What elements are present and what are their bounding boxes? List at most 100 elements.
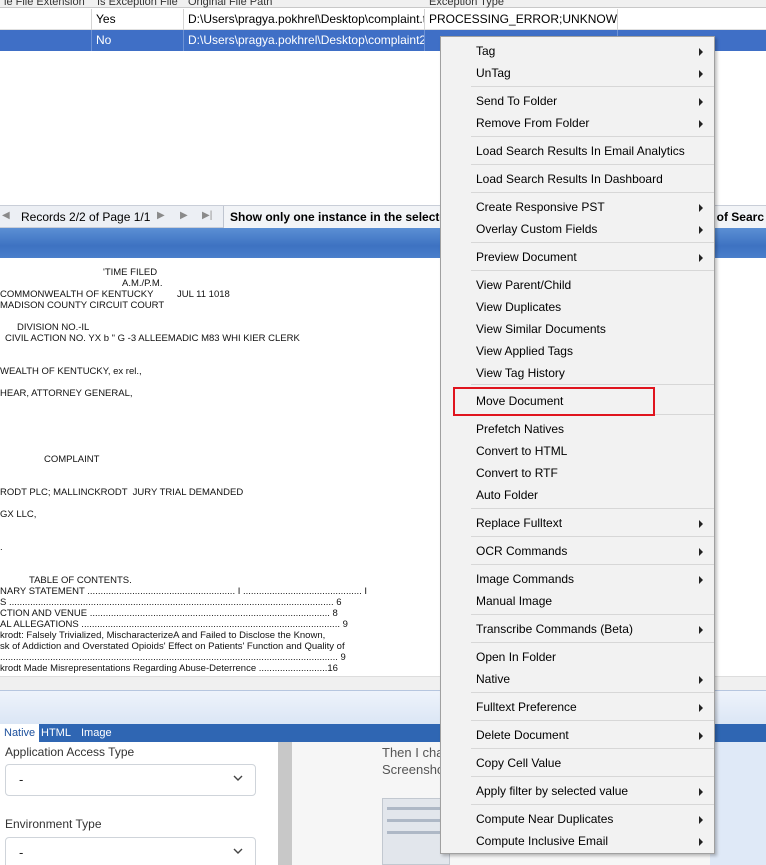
document-text-line: COMMONWEALTH OF KENTUCKY JUL 11 1018 [0,289,230,300]
previous-page-icon[interactable]: ◀ [2,210,10,221]
menu-item-auto-folder[interactable]: Auto Folder [441,484,714,506]
menu-separator [471,86,714,87]
menu-item-label: Transcribe Commands (Beta) [476,622,633,636]
menu-item-label: Create Responsive PST [476,200,605,214]
table-cell-extension[interactable] [0,9,92,30]
menu-item-preview-document[interactable]: Preview Document [441,246,714,268]
context-menu: Tag UnTag Send To Folder Remove From Folder… [440,36,715,854]
menu-item-remove-from-folder[interactable]: Remove From Folder [441,112,714,134]
submenu-arrow-icon [699,204,703,212]
menu-item-view-similar-documents[interactable]: View Similar Documents [441,318,714,340]
menu-item-manual-image[interactable]: Manual Image [441,590,714,612]
table-cell-path[interactable]: D:\Users\pragya.pokhrel\Desktop\complain… [184,30,425,51]
menu-item-native[interactable]: Native [441,668,714,690]
table-cell-is-exception[interactable]: No [92,30,184,51]
menu-item-view-parent-child[interactable]: View Parent/Child [441,274,714,296]
highlight-box [453,387,655,416]
menu-item-view-applied-tags[interactable]: View Applied Tags [441,340,714,362]
document-text-line: WEALTH OF KENTUCKY, ex rel., [0,366,142,377]
table-row[interactable]: Yes D:\Users\pragya.pokhrel\Desktop\comp… [0,9,766,30]
menu-item-label: Delete Document [476,728,569,742]
menu-item-convert-to-rtf[interactable]: Convert to RTF [441,462,714,484]
submenu-arrow-icon [699,70,703,78]
tab-image[interactable]: Image [77,724,116,742]
menu-separator [471,642,714,643]
table-cell-is-exception[interactable]: Yes [92,9,184,30]
submenu-arrow-icon [699,120,703,128]
table-cell-path[interactable]: D:\Users\pragya.pokhrel\Desktop\complain… [184,9,425,30]
menu-item-replace-fulltext[interactable]: Replace Fulltext [441,512,714,534]
menu-item-label: Auto Folder [476,488,539,502]
document-text-line: MADISON COUNTY CIRCUIT COURT [0,300,165,311]
menu-item-send-to-folder[interactable]: Send To Folder [441,90,714,112]
document-text-line: GX LLC, [0,509,37,520]
document-text-line: sk of Addiction and Overstated Opioids' … [0,641,345,652]
tab-html[interactable]: HTML [37,724,75,742]
chevron-down-icon [233,848,243,854]
table-cell-extension[interactable] [0,30,92,51]
menu-separator [471,720,714,721]
menu-item-label: Open In Folder [476,650,557,664]
menu-item-compute-inclusive-email[interactable]: Compute Inclusive Email [441,830,714,852]
menu-item-copy-cell-value[interactable]: Copy Cell Value [441,752,714,774]
document-text-line: CIVIL ACTION NO. YX b " G -3 ALLEEMADIC … [5,333,300,344]
menu-item-convert-to-html[interactable]: Convert to HTML [441,440,714,462]
application-access-type-select[interactable]: - [5,764,256,796]
menu-item-load-search-results-in-dashboard[interactable]: Load Search Results In Dashboard [441,168,714,190]
menu-item-label: View Tag History [476,366,565,380]
menu-item-view-duplicates[interactable]: View Duplicates [441,296,714,318]
tab-native[interactable]: Native [0,724,40,742]
submenu-arrow-icon [699,704,703,712]
document-text-line: HEAR, ATTORNEY GENERAL, [0,388,133,399]
menu-item-prefetch-natives[interactable]: Prefetch Natives [441,418,714,440]
document-text-line: A.M./P.M. [122,278,163,289]
select-value: - [19,845,24,860]
submenu-arrow-icon [699,676,703,684]
menu-item-delete-document[interactable]: Delete Document [441,724,714,746]
next-page-icon[interactable]: ▶ [180,210,188,221]
menu-item-apply-filter-by-selected-value[interactable]: Apply filter by selected value [441,780,714,802]
menu-separator [471,804,714,805]
document-text-line: AL ALLEGATIONS .........................… [0,619,348,630]
side-strip [710,742,766,865]
column-header[interactable]: Is Exception File [97,0,178,8]
menu-item-label: Load Search Results In Dashboard [476,172,663,186]
table-cell-exception-type[interactable]: PROCESSING_ERROR;UNKNOWN; [425,9,618,30]
next-page-icon[interactable]: ▶ [157,210,165,221]
environment-type-select[interactable]: - [5,837,256,865]
menu-item-create-responsive-pst[interactable]: Create Responsive PST [441,196,714,218]
menu-item-compute-near-duplicates[interactable]: Compute Near Duplicates [441,808,714,830]
menu-item-label: Compute Inclusive Email [476,834,609,848]
menu-item-image-commands[interactable]: Image Commands [441,568,714,590]
menu-separator [471,270,714,271]
column-header[interactable]: Original File Path [188,0,272,8]
submenu-arrow-icon [699,838,703,846]
panel-splitter[interactable] [278,742,292,865]
menu-separator [471,508,714,509]
document-text-line: krodt Made Misrepresentations Regarding … [0,663,338,674]
menu-item-load-search-results-in-email-analytics[interactable]: Load Search Results In Email Analytics [441,140,714,162]
column-header[interactable]: Exception Type [429,0,504,8]
document-text-line: S ......................................… [0,597,342,608]
application-access-type-label: Application Access Type [5,745,135,759]
menu-item-label: Preview Document [476,250,577,264]
menu-item-transcribe-commands-beta[interactable]: Transcribe Commands (Beta) [441,618,714,640]
menu-item-label: Remove From Folder [476,116,590,130]
menu-item-tag[interactable]: Tag [441,40,714,62]
menu-item-view-tag-history[interactable]: View Tag History [441,362,714,384]
menu-item-label: Compute Near Duplicates [476,812,614,826]
column-header[interactable]: le File Extension [4,0,85,8]
submenu-arrow-icon [699,48,703,56]
submenu-arrow-icon [699,254,703,262]
pager-right-label: r of Searc [708,206,766,228]
menu-item-label: Load Search Results In Email Analytics [476,144,685,158]
note-line: Screensho [382,762,445,777]
menu-item-open-in-folder[interactable]: Open In Folder [441,646,714,668]
menu-item-label: Tag [476,44,496,58]
records-count: Records 2/2 of Page 1/1 [21,210,151,224]
menu-item-fulltext-preference[interactable]: Fulltext Preference [441,696,714,718]
menu-item-untag[interactable]: UnTag [441,62,714,84]
menu-item-ocr-commands[interactable]: OCR Commands [441,540,714,562]
last-page-icon[interactable]: ▶| [202,210,212,221]
menu-item-overlay-custom-fields[interactable]: Overlay Custom Fields [441,218,714,240]
